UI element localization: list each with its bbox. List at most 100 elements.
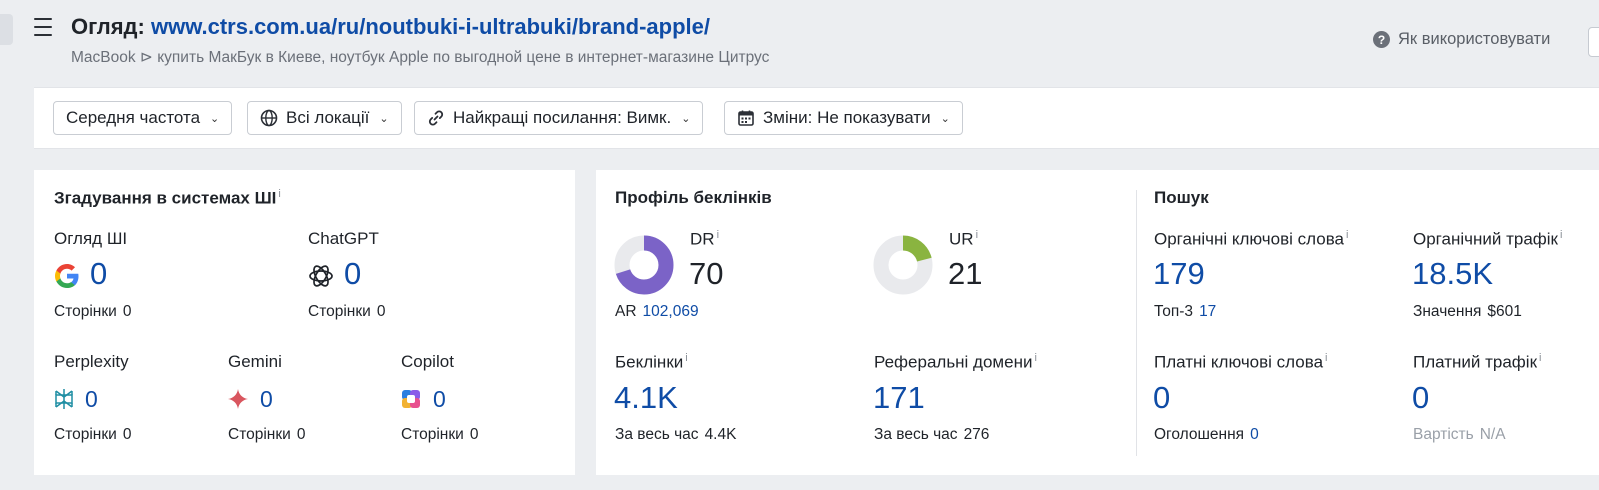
how-to-use-label: Як використовувати [1398,30,1551,48]
pages-label: Сторінки [401,426,464,443]
info-icon[interactable]: i [1539,352,1541,364]
organic-keywords-top3: Топ-3 17 [1154,303,1216,321]
organic-traffic-value-metric: Значення $601 [1413,303,1522,321]
perplexity-pages: Сторінки 0 [54,426,131,444]
search-title: Пошук [1154,188,1209,207]
info-icon[interactable]: i [1346,229,1348,241]
gemini-value[interactable]: 0 [260,386,273,413]
dr-label-text: DR [690,229,715,249]
dr-donut-chart [614,235,674,295]
all-time-value: 4.4K [704,426,737,443]
location-filter-button[interactable]: Всі локації ⌄ [247,101,402,135]
organic-traffic-value[interactable]: 18.5K [1412,256,1493,292]
pages-value: 0 [469,426,479,443]
gemini-icon [228,389,248,409]
organic-traffic-label-text: Органічний трафік [1413,229,1558,249]
ref-domains-all-time: За весь час 276 [874,426,989,444]
ar-metric: AR 102,069 [615,303,699,321]
page-subtitle: MacBook ⊳ купить МакБук в Киеве, ноутбук… [71,49,770,66]
dr-value: 70 [689,256,724,291]
chevron-down-icon: ⌄ [940,112,950,125]
info-icon[interactable]: i [717,229,719,241]
organic-keywords-label: Органічні ключові слова i [1154,229,1348,250]
paid-traffic-label: Платний трафік i [1413,352,1541,373]
chevron-down-icon: ⌄ [379,112,389,125]
ar-label: AR [615,303,637,320]
traffic-value-amount: $601 [1487,303,1522,320]
info-icon[interactable]: i [1325,352,1327,364]
paid-traffic-cost: Вартість N/A [1413,426,1506,444]
pages-label: Сторінки [308,303,371,320]
paid-traffic-value[interactable]: 0 [1412,380,1429,416]
chatgpt-pages: Сторінки 0 [308,303,385,321]
ai-mentions-title-text: Згадування в системах ШІ [54,188,277,208]
all-time-label: За весь час [874,426,958,443]
copilot-value[interactable]: 0 [433,386,446,413]
pages-value: 0 [296,426,306,443]
paid-keywords-ads: Оголошення 0 [1154,426,1259,444]
dr-label: DR i [690,229,719,250]
backlinks-label-text: Беклінки [615,352,684,372]
backlinks-label: Беклінки i [615,352,688,373]
page-title-url[interactable]: www.ctrs.com.ua/ru/noutbuki-i-ultrabuki/… [151,14,710,39]
info-icon[interactable]: i [976,229,978,241]
changes-filter-button[interactable]: Зміни: Не показувати ⌄ [724,101,963,135]
menu-icon[interactable] [32,17,54,37]
organic-keywords-value[interactable]: 179 [1153,256,1205,292]
ur-label: UR i [949,229,978,250]
ads-value[interactable]: 0 [1250,426,1259,443]
info-icon[interactable]: i [1560,229,1562,241]
info-icon[interactable]: i [685,352,687,364]
cost-value: N/A [1479,426,1506,443]
globe-icon [260,109,278,127]
ads-label: Оголошення [1154,426,1245,443]
pages-value: 0 [122,303,132,320]
traffic-value-label: Значення [1413,303,1482,320]
google-icon [55,264,79,288]
best-links-filter-button[interactable]: Найкращі посилання: Вимк. ⌄ [414,101,704,135]
page-title-prefix: Огляд: [71,14,145,39]
backlinks-value[interactable]: 4.1K [614,380,678,416]
top3-label: Топ-3 [1154,303,1194,320]
chatgpt-icon [309,265,333,287]
ar-value[interactable]: 102,069 [643,303,699,320]
chatgpt-value[interactable]: 0 [344,256,361,292]
ref-domains-value[interactable]: 171 [873,380,925,416]
ai-overview-pages: Сторінки 0 [54,303,131,321]
chevron-down-icon: ⌄ [210,112,220,125]
chevron-down-icon: ⌄ [681,112,691,125]
sidebar-edge[interactable] [0,14,13,45]
how-to-use-link[interactable]: ? Як використовувати [1373,30,1550,49]
info-icon[interactable]: i [1034,352,1036,364]
perplexity-icon [55,389,73,409]
info-icon[interactable]: i [278,188,280,200]
header-edge-button[interactable] [1588,27,1599,57]
top3-value[interactable]: 17 [1199,303,1216,320]
perplexity-label: Perplexity [54,352,129,371]
backlink-profile-title: Профіль беклінків [615,188,772,207]
pages-value: 0 [122,426,132,443]
pages-value: 0 [376,303,386,320]
ai-overview-value[interactable]: 0 [90,256,107,292]
ur-value: 21 [948,256,983,291]
copilot-icon [402,390,420,408]
link-icon [428,110,444,126]
all-time-label: За весь час [615,426,699,443]
page-title: Огляд: www.ctrs.com.ua/ru/noutbuki-i-ult… [71,14,710,40]
organic-traffic-label: Органічний трафік i [1413,229,1562,250]
filter-bar: Середня частота ⌄ Всі локації ⌄ Найкращі… [34,87,1599,149]
frequency-filter-label: Середня частота [66,108,201,127]
gemini-label: Gemini [228,352,282,371]
frequency-filter-button[interactable]: Середня частота ⌄ [53,101,233,135]
paid-keywords-label-text: Платні ключові слова [1154,352,1324,372]
perplexity-value[interactable]: 0 [85,386,98,413]
cost-label: Вартість [1413,426,1474,443]
ref-domains-label-text: Реферальні домени [874,352,1033,372]
paid-keywords-value[interactable]: 0 [1153,380,1170,416]
ur-label-text: UR [949,229,974,249]
copilot-pages: Сторінки 0 [401,426,478,444]
question-icon: ? [1373,31,1390,48]
organic-keywords-label-text: Органічні ключові слова [1154,229,1344,249]
chatgpt-label: ChatGPT [308,229,379,248]
pages-label: Сторінки [228,426,291,443]
